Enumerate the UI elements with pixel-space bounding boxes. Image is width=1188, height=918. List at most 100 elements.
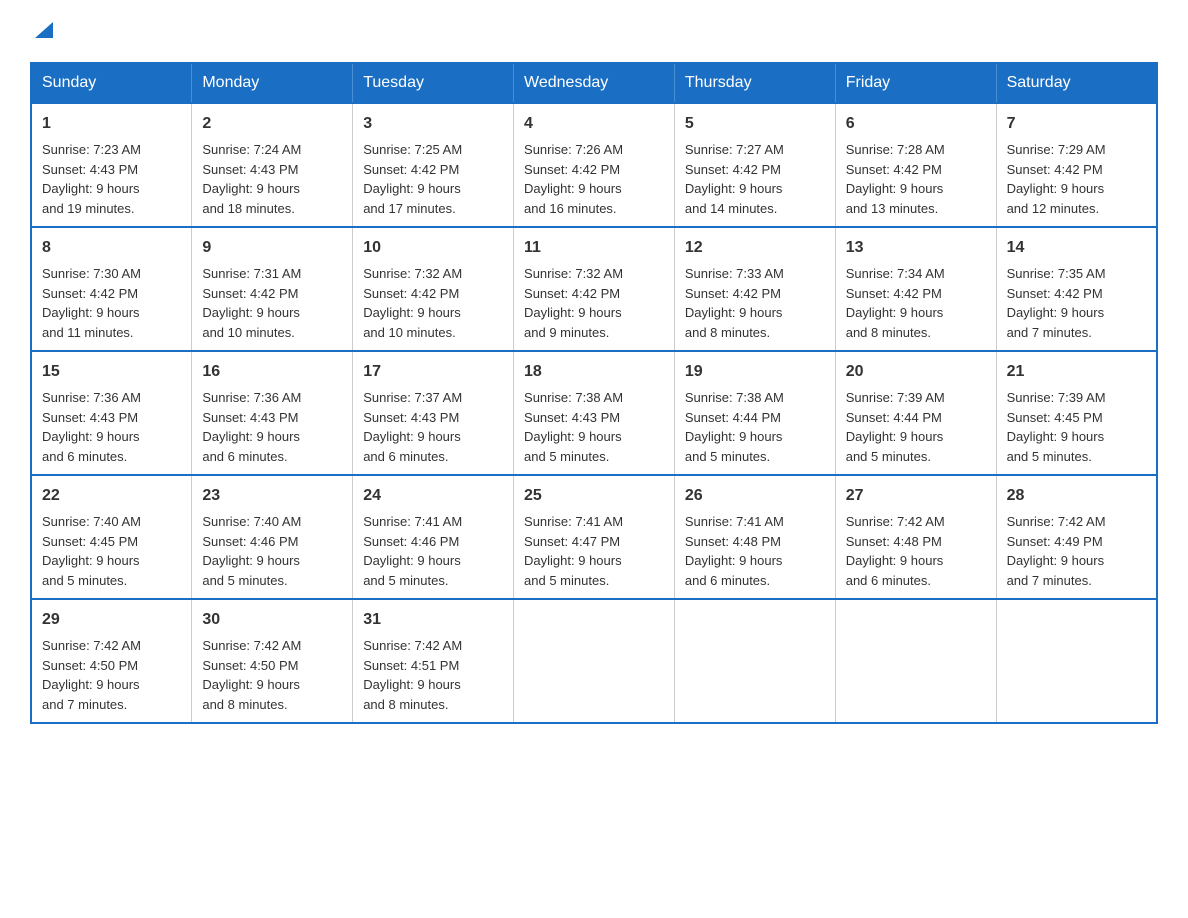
day-number: 31 [363,608,503,632]
day-number: 5 [685,112,825,136]
day-info: Sunrise: 7:35 AMSunset: 4:42 PMDaylight:… [1007,266,1106,340]
day-number: 26 [685,484,825,508]
calendar-cell: 31 Sunrise: 7:42 AMSunset: 4:51 PMDayligh… [353,599,514,723]
calendar-cell: 10Sunrise: 7:32 AMSunset: 4:42 PMDayligh… [353,227,514,351]
calendar-cell: 7 Sunrise: 7:29 AMSunset: 4:42 PMDaylight… [996,103,1157,227]
day-number: 13 [846,236,986,260]
day-info: Sunrise: 7:40 AMSunset: 4:46 PMDaylight:… [202,514,301,588]
calendar-cell: 22Sunrise: 7:40 AMSunset: 4:45 PMDayligh… [31,475,192,599]
day-info: Sunrise: 7:26 AMSunset: 4:42 PMDaylight:… [524,142,623,216]
calendar-week-row: 15 Sunrise: 7:36 AMSunset: 4:43 PMDayligh… [31,351,1157,475]
day-info: Sunrise: 7:36 AMSunset: 4:43 PMDaylight:… [42,390,141,464]
day-info: Sunrise: 7:41 AMSunset: 4:47 PMDaylight:… [524,514,623,588]
calendar-cell: 24 Sunrise: 7:41 AMSunset: 4:46 PMDayligh… [353,475,514,599]
day-info: Sunrise: 7:42 AMSunset: 4:51 PMDaylight:… [363,638,462,712]
day-number: 17 [363,360,503,384]
calendar-cell: 23Sunrise: 7:40 AMSunset: 4:46 PMDayligh… [192,475,353,599]
day-number: 15 [42,360,181,384]
calendar-cell [674,599,835,723]
header-friday: Friday [835,63,996,103]
day-number: 21 [1007,360,1146,384]
calendar-cell: 14Sunrise: 7:35 AMSunset: 4:42 PMDayligh… [996,227,1157,351]
day-number: 11 [524,236,664,260]
day-info: Sunrise: 7:34 AMSunset: 4:42 PMDaylight:… [846,266,945,340]
day-info: Sunrise: 7:24 AMSunset: 4:43 PMDaylight:… [202,142,301,216]
day-info: Sunrise: 7:37 AMSunset: 4:43 PMDaylight:… [363,390,462,464]
calendar-cell: 3 Sunrise: 7:25 AMSunset: 4:42 PMDaylight… [353,103,514,227]
calendar-cell: 4 Sunrise: 7:26 AMSunset: 4:42 PMDaylight… [514,103,675,227]
day-number: 25 [524,484,664,508]
calendar-cell: 21 Sunrise: 7:39 AMSunset: 4:45 PMDayligh… [996,351,1157,475]
calendar-cell: 13 Sunrise: 7:34 AMSunset: 4:42 PMDayligh… [835,227,996,351]
calendar-cell: 1 Sunrise: 7:23 AMSunset: 4:43 PMDaylight… [31,103,192,227]
calendar-header-row: SundayMondayTuesdayWednesdayThursdayFrid… [31,63,1157,103]
calendar-cell [514,599,675,723]
day-number: 16 [202,360,342,384]
calendar-week-row: 29 Sunrise: 7:42 AMSunset: 4:50 PMDayligh… [31,599,1157,723]
day-number: 24 [363,484,503,508]
day-info: Sunrise: 7:33 AMSunset: 4:42 PMDaylight:… [685,266,784,340]
day-info: Sunrise: 7:29 AMSunset: 4:42 PMDaylight:… [1007,142,1106,216]
day-info: Sunrise: 7:25 AMSunset: 4:42 PMDaylight:… [363,142,462,216]
header-sunday: Sunday [31,63,192,103]
day-info: Sunrise: 7:42 AMSunset: 4:50 PMDaylight:… [42,638,141,712]
calendar-cell: 16 Sunrise: 7:36 AMSunset: 4:43 PMDayligh… [192,351,353,475]
day-number: 30 [202,608,342,632]
calendar-cell: 2 Sunrise: 7:24 AMSunset: 4:43 PMDaylight… [192,103,353,227]
calendar-cell: 17 Sunrise: 7:37 AMSunset: 4:43 PMDayligh… [353,351,514,475]
calendar-cell: 8 Sunrise: 7:30 AMSunset: 4:42 PMDaylight… [31,227,192,351]
calendar-cell: 6Sunrise: 7:28 AMSunset: 4:42 PMDaylight… [835,103,996,227]
day-info: Sunrise: 7:23 AMSunset: 4:43 PMDaylight:… [42,142,141,216]
day-info: Sunrise: 7:39 AMSunset: 4:45 PMDaylight:… [1007,390,1106,464]
calendar-cell: 5 Sunrise: 7:27 AMSunset: 4:42 PMDaylight… [674,103,835,227]
day-number: 20 [846,360,986,384]
day-number: 28 [1007,484,1146,508]
day-number: 19 [685,360,825,384]
header-monday: Monday [192,63,353,103]
calendar-cell: 26 Sunrise: 7:41 AMSunset: 4:48 PMDayligh… [674,475,835,599]
calendar-cell: 20 Sunrise: 7:39 AMSunset: 4:44 PMDayligh… [835,351,996,475]
day-number: 22 [42,484,181,508]
calendar-cell: 19 Sunrise: 7:38 AMSunset: 4:44 PMDayligh… [674,351,835,475]
day-number: 8 [42,236,181,260]
calendar-cell: 9Sunrise: 7:31 AMSunset: 4:42 PMDaylight… [192,227,353,351]
calendar-cell: 12 Sunrise: 7:33 AMSunset: 4:42 PMDayligh… [674,227,835,351]
day-number: 12 [685,236,825,260]
day-number: 2 [202,112,342,136]
day-info: Sunrise: 7:36 AMSunset: 4:43 PMDaylight:… [202,390,301,464]
day-number: 7 [1007,112,1146,136]
day-number: 29 [42,608,181,632]
day-info: Sunrise: 7:39 AMSunset: 4:44 PMDaylight:… [846,390,945,464]
day-info: Sunrise: 7:30 AMSunset: 4:42 PMDaylight:… [42,266,141,340]
day-number: 10 [363,236,503,260]
day-info: Sunrise: 7:41 AMSunset: 4:46 PMDaylight:… [363,514,462,588]
header-thursday: Thursday [674,63,835,103]
calendar-table: SundayMondayTuesdayWednesdayThursdayFrid… [30,62,1158,724]
calendar-week-row: 22Sunrise: 7:40 AMSunset: 4:45 PMDayligh… [31,475,1157,599]
header-saturday: Saturday [996,63,1157,103]
day-info: Sunrise: 7:27 AMSunset: 4:42 PMDaylight:… [685,142,784,216]
day-number: 27 [846,484,986,508]
calendar-cell: 30Sunrise: 7:42 AMSunset: 4:50 PMDayligh… [192,599,353,723]
day-info: Sunrise: 7:28 AMSunset: 4:42 PMDaylight:… [846,142,945,216]
calendar-cell: 29 Sunrise: 7:42 AMSunset: 4:50 PMDayligh… [31,599,192,723]
calendar-cell [835,599,996,723]
day-info: Sunrise: 7:38 AMSunset: 4:43 PMDaylight:… [524,390,623,464]
page-header [30,20,1158,42]
calendar-cell: 27 Sunrise: 7:42 AMSunset: 4:48 PMDayligh… [835,475,996,599]
day-number: 4 [524,112,664,136]
day-info: Sunrise: 7:32 AMSunset: 4:42 PMDaylight:… [524,266,623,340]
day-info: Sunrise: 7:38 AMSunset: 4:44 PMDaylight:… [685,390,784,464]
calendar-cell: 28Sunrise: 7:42 AMSunset: 4:49 PMDayligh… [996,475,1157,599]
calendar-week-row: 1 Sunrise: 7:23 AMSunset: 4:43 PMDaylight… [31,103,1157,227]
calendar-cell: 18Sunrise: 7:38 AMSunset: 4:43 PMDayligh… [514,351,675,475]
calendar-cell: 25 Sunrise: 7:41 AMSunset: 4:47 PMDayligh… [514,475,675,599]
day-info: Sunrise: 7:42 AMSunset: 4:48 PMDaylight:… [846,514,945,588]
calendar-cell: 11 Sunrise: 7:32 AMSunset: 4:42 PMDayligh… [514,227,675,351]
day-number: 3 [363,112,503,136]
day-number: 1 [42,112,181,136]
header-tuesday: Tuesday [353,63,514,103]
day-info: Sunrise: 7:41 AMSunset: 4:48 PMDaylight:… [685,514,784,588]
calendar-cell: 15 Sunrise: 7:36 AMSunset: 4:43 PMDayligh… [31,351,192,475]
header-wednesday: Wednesday [514,63,675,103]
